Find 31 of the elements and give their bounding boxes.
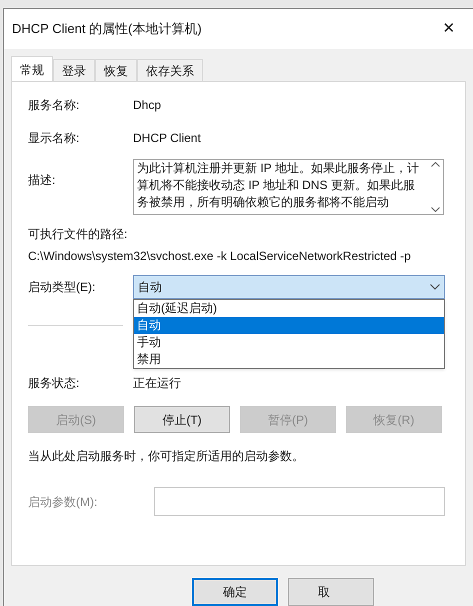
field-value: 正在运行 (133, 375, 181, 392)
field-label: 启动类型(E): (28, 279, 96, 296)
startup-type-dropdown[interactable]: 自动 (133, 275, 445, 299)
dialog-button[interactable]: 确定 (192, 578, 278, 606)
field-label: 服务状态: (28, 375, 80, 392)
field-value: DHCP Client (133, 130, 201, 147)
path-label: 可执行文件的路径: (28, 226, 128, 243)
tab[interactable]: 常规 (11, 56, 53, 82)
field-label: 服务名称: (28, 97, 80, 114)
dropdown-option[interactable]: 自动(延迟启动) (134, 300, 444, 317)
window-title: DHCP Client 的属性(本地计算机) (12, 20, 202, 38)
dropdown-option[interactable]: 手动 (134, 334, 444, 351)
dialog-button[interactable]: 取 (288, 578, 374, 606)
service-button[interactable]: 停止(T) (134, 406, 230, 433)
tab[interactable]: 登录 (53, 59, 95, 81)
start-parameters-field[interactable] (154, 487, 445, 516)
description-text: 为此计算机注册并更新 IP 地址。如果此服务停止，计算机将不能接收动态 IP 地址和 DNS 更新。如果此服务被禁用，所有明确依赖它的服务都将不能启动 (136, 160, 420, 211)
dropdown-option[interactable]: 自动 (134, 317, 444, 334)
hint-text: 当从此处启动服务时，你可指定所适用的启动参数。 (28, 448, 305, 465)
field-label: 启动参数(M): (28, 494, 98, 510)
scroll-up-icon[interactable] (430, 162, 440, 167)
close-button[interactable]: ✕ (437, 17, 461, 41)
tab[interactable]: 依存关系 (137, 59, 203, 81)
path-value: C:\Windows\system32\svchost.exe -k LocalServiceNetworkRestricted -p (28, 248, 412, 265)
field-value: Dhcp (133, 97, 162, 114)
scroll-down-icon[interactable] (430, 207, 440, 212)
chevron-down-icon (430, 284, 440, 290)
field-label: 显示名称: (28, 130, 80, 147)
dropdown-option[interactable]: 禁用 (134, 351, 444, 368)
tab[interactable]: 恢复 (95, 59, 137, 81)
field-label: 描述: (28, 172, 56, 189)
